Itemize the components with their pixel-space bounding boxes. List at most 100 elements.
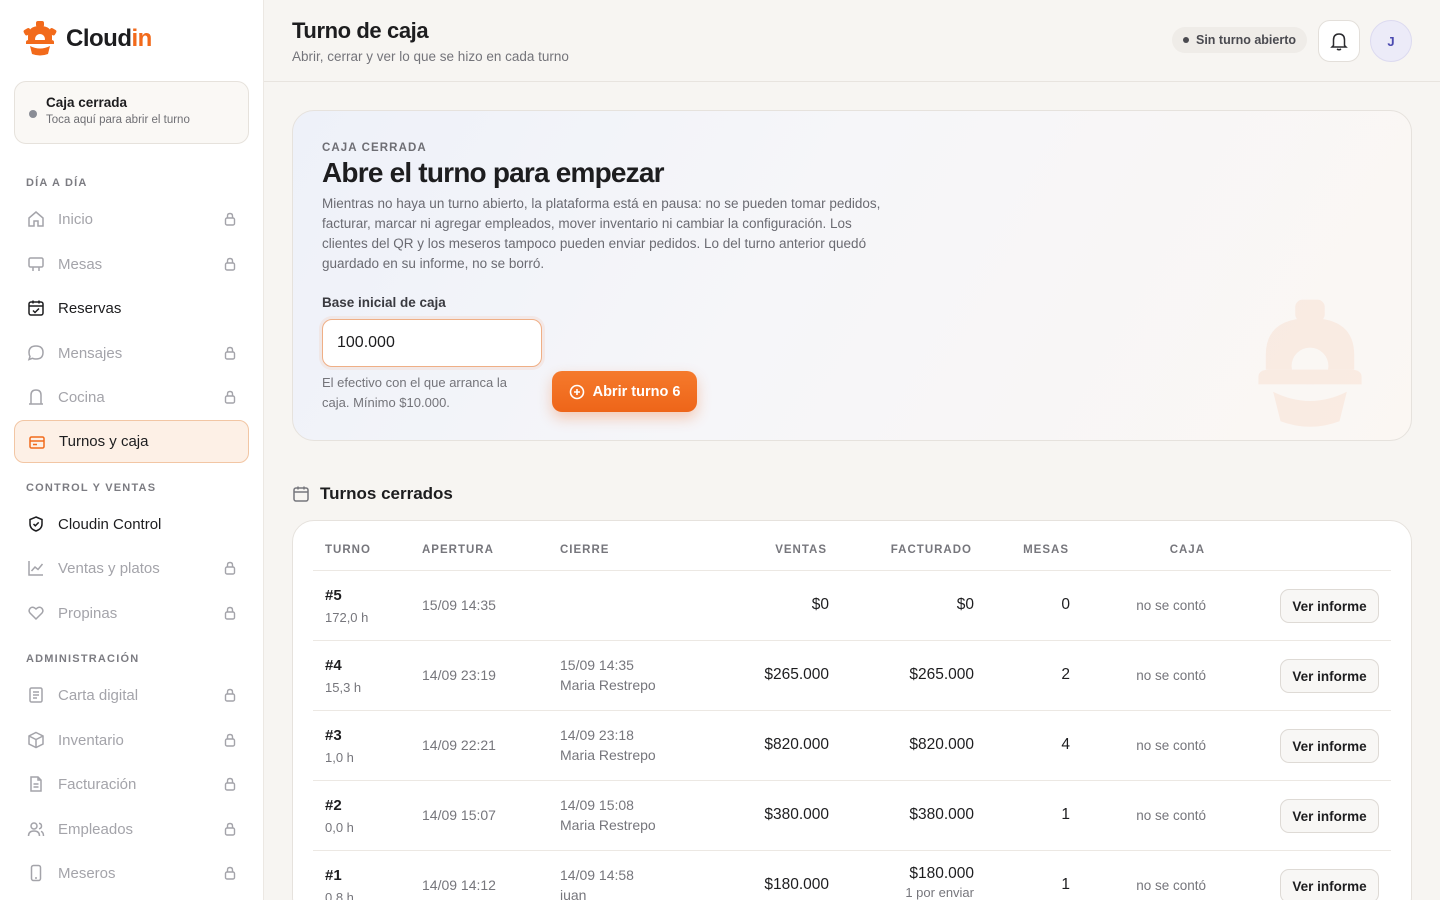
closed-shifts-title: Turnos cerrados bbox=[320, 484, 453, 503]
section-label-control-y-ventas: CONTROL Y VENTAS bbox=[26, 482, 157, 494]
sidebar-item-mesas[interactable]: Mesas bbox=[14, 244, 249, 284]
shift-sales: $380.000 bbox=[764, 806, 829, 823]
shift-sales: $820.000 bbox=[764, 736, 829, 753]
sidebar-item-label: Inicio bbox=[58, 210, 94, 228]
sidebar-item-ventas-y-platos[interactable]: Ventas y platos bbox=[14, 548, 249, 588]
lock-icon bbox=[224, 606, 236, 620]
shift-number: #4 bbox=[325, 657, 342, 674]
calendar-icon bbox=[293, 486, 309, 502]
base-cash-input[interactable] bbox=[322, 319, 542, 367]
users-icon bbox=[26, 819, 46, 839]
sidebar-item-label: Cloudin Control bbox=[58, 515, 162, 533]
shift-sales: $265.000 bbox=[764, 666, 829, 683]
base-cash-help: El efectivo con el que arranca la caja. … bbox=[322, 375, 507, 410]
lock-icon bbox=[224, 212, 236, 226]
shift-open-time: 14/09 22:21 bbox=[422, 737, 496, 753]
column-header-cierre: CIERRE bbox=[560, 544, 610, 556]
shift-duration: 0,8 h bbox=[325, 890, 354, 900]
sidebar-item-cocina[interactable]: Cocina bbox=[14, 377, 249, 417]
sidebar-item-facturacion[interactable]: Facturación bbox=[14, 764, 249, 804]
sidebar-item-label: Meseros bbox=[58, 864, 116, 882]
sidebar-item-label: Ventas y platos bbox=[58, 559, 160, 577]
shift-invoiced: $180.000 bbox=[909, 865, 974, 882]
cloudin-watermark-icon bbox=[1258, 299, 1362, 427]
sidebar-item-reservas[interactable]: Reservas bbox=[14, 288, 249, 328]
plus-circle-icon bbox=[569, 384, 584, 399]
column-header-mesas: MESAS bbox=[1023, 544, 1069, 556]
brand-logo[interactable]: Cloudin bbox=[22, 20, 152, 58]
view-report-button[interactable]: Ver informe bbox=[1280, 589, 1379, 623]
sidebar-item-inventario[interactable]: Inventario bbox=[14, 720, 249, 760]
shift-number: #5 bbox=[325, 587, 342, 604]
sidebar-item-label: Cocina bbox=[58, 388, 105, 406]
shift-open-time: 14/09 23:19 bbox=[422, 667, 496, 683]
shift-closed-by: Maria Restrepo bbox=[560, 817, 656, 833]
sidebar-item-carta-digital[interactable]: Carta digital bbox=[14, 675, 249, 715]
table-row: #3 1,0 h 14/09 22:21 14/09 23:18 Maria R… bbox=[313, 711, 1391, 781]
cash-register-icon bbox=[27, 432, 47, 452]
view-report-button[interactable]: Ver informe bbox=[1280, 659, 1379, 693]
shift-sales: $0 bbox=[811, 596, 829, 613]
shift-closed-by: Maria Restrepo bbox=[560, 677, 656, 693]
sidebar-item-turnos-y-caja[interactable]: Turnos y caja bbox=[14, 420, 249, 463]
closed-shifts-table: TURNO APERTURA CIERRE VENTAS FACTURADO M… bbox=[292, 520, 1412, 900]
shift-invoiced: $0 bbox=[956, 596, 974, 613]
sidebar-item-label: Turnos y caja bbox=[59, 433, 149, 450]
shift-duration: 15,3 h bbox=[325, 680, 362, 695]
shift-open-time: 14/09 15:07 bbox=[422, 807, 496, 823]
sidebar-item-empleados[interactable]: Empleados bbox=[14, 809, 249, 849]
heart-icon bbox=[26, 603, 46, 623]
column-header-turno: TURNO bbox=[325, 544, 371, 556]
shift-close-cell: 15/09 14:35 Maria Restrepo bbox=[560, 657, 656, 693]
lock-icon bbox=[224, 257, 236, 271]
shift-close-time: 14/09 23:18 bbox=[560, 727, 634, 743]
hero-title: Abre el turno para empezar bbox=[322, 157, 665, 188]
shift-close-cell: 14/09 23:18 Maria Restrepo bbox=[560, 727, 656, 763]
sidebar-item-label: Facturación bbox=[58, 775, 137, 793]
cloudin-logo-icon bbox=[23, 21, 57, 56]
shift-close-time: 14/09 14:58 bbox=[560, 867, 634, 883]
lock-icon bbox=[224, 346, 236, 360]
shift-number: #3 bbox=[325, 727, 342, 744]
shift-open-time: 15/09 14:35 bbox=[422, 597, 496, 613]
user-avatar[interactable]: J bbox=[1370, 20, 1412, 62]
shift-close-time: 15/09 14:35 bbox=[560, 657, 634, 673]
kitchen-bell-icon bbox=[26, 387, 46, 407]
table-row: #4 15,3 h 14/09 23:19 15/09 14:35 Maria … bbox=[313, 641, 1391, 711]
view-report-button[interactable]: Ver informe bbox=[1280, 799, 1379, 833]
shift-invoiced-cell: $820.000 bbox=[909, 736, 974, 756]
shift-close-time: 14/09 15:08 bbox=[560, 797, 634, 813]
shift-cell: #5 172,0 h bbox=[325, 587, 368, 625]
phone-icon bbox=[26, 863, 46, 883]
open-shift-button[interactable]: Abrir turno 6 bbox=[552, 371, 697, 412]
base-cash-label: Base inicial de caja bbox=[322, 295, 446, 310]
shift-tables: 2 bbox=[1061, 666, 1070, 683]
sidebar-item-mensajes[interactable]: Mensajes bbox=[14, 333, 249, 373]
sidebar-item-propinas[interactable]: Propinas bbox=[14, 593, 249, 633]
open-shift-label: Abrir turno 6 bbox=[592, 383, 681, 400]
shift-invoiced: $380.000 bbox=[909, 806, 974, 823]
shift-tables: 4 bbox=[1061, 736, 1070, 753]
table-row: #5 172,0 h 15/09 14:35 $0 $0 0 no se con… bbox=[313, 571, 1391, 641]
lock-icon bbox=[224, 733, 236, 747]
view-report-button[interactable]: Ver informe bbox=[1280, 729, 1379, 763]
menu-book-icon bbox=[26, 685, 46, 705]
sidebar-item-cloudin-control[interactable]: Cloudin Control bbox=[14, 504, 249, 544]
sidebar-item-meseros[interactable]: Meseros bbox=[14, 853, 249, 893]
view-report-button[interactable]: Ver informe bbox=[1280, 869, 1379, 900]
column-header-caja: CAJA bbox=[1169, 544, 1205, 556]
shift-close-cell: 14/09 14:58 juan bbox=[560, 867, 634, 900]
table-icon bbox=[26, 254, 46, 274]
shift-tables: 0 bbox=[1061, 596, 1070, 613]
cash-status-card[interactable]: Caja cerrada Toca aquí para abrir el tur… bbox=[14, 81, 249, 144]
notifications-button[interactable] bbox=[1318, 20, 1360, 62]
shift-invoiced-cell: $180.000 1 por enviar bbox=[905, 865, 974, 900]
lock-icon bbox=[224, 688, 236, 702]
page-title: Turno de caja bbox=[292, 18, 429, 43]
open-shift-card: CAJA CERRADA Abre el turno para empezar … bbox=[292, 110, 1412, 441]
column-header-facturado: FACTURADO bbox=[890, 544, 972, 556]
shift-duration: 172,0 h bbox=[325, 610, 369, 625]
sidebar-item-label: Carta digital bbox=[58, 686, 139, 704]
sidebar-item-inicio[interactable]: Inicio bbox=[14, 199, 249, 239]
sidebar: Cloudin Caja cerrada Toca aquí para abri… bbox=[0, 0, 264, 900]
